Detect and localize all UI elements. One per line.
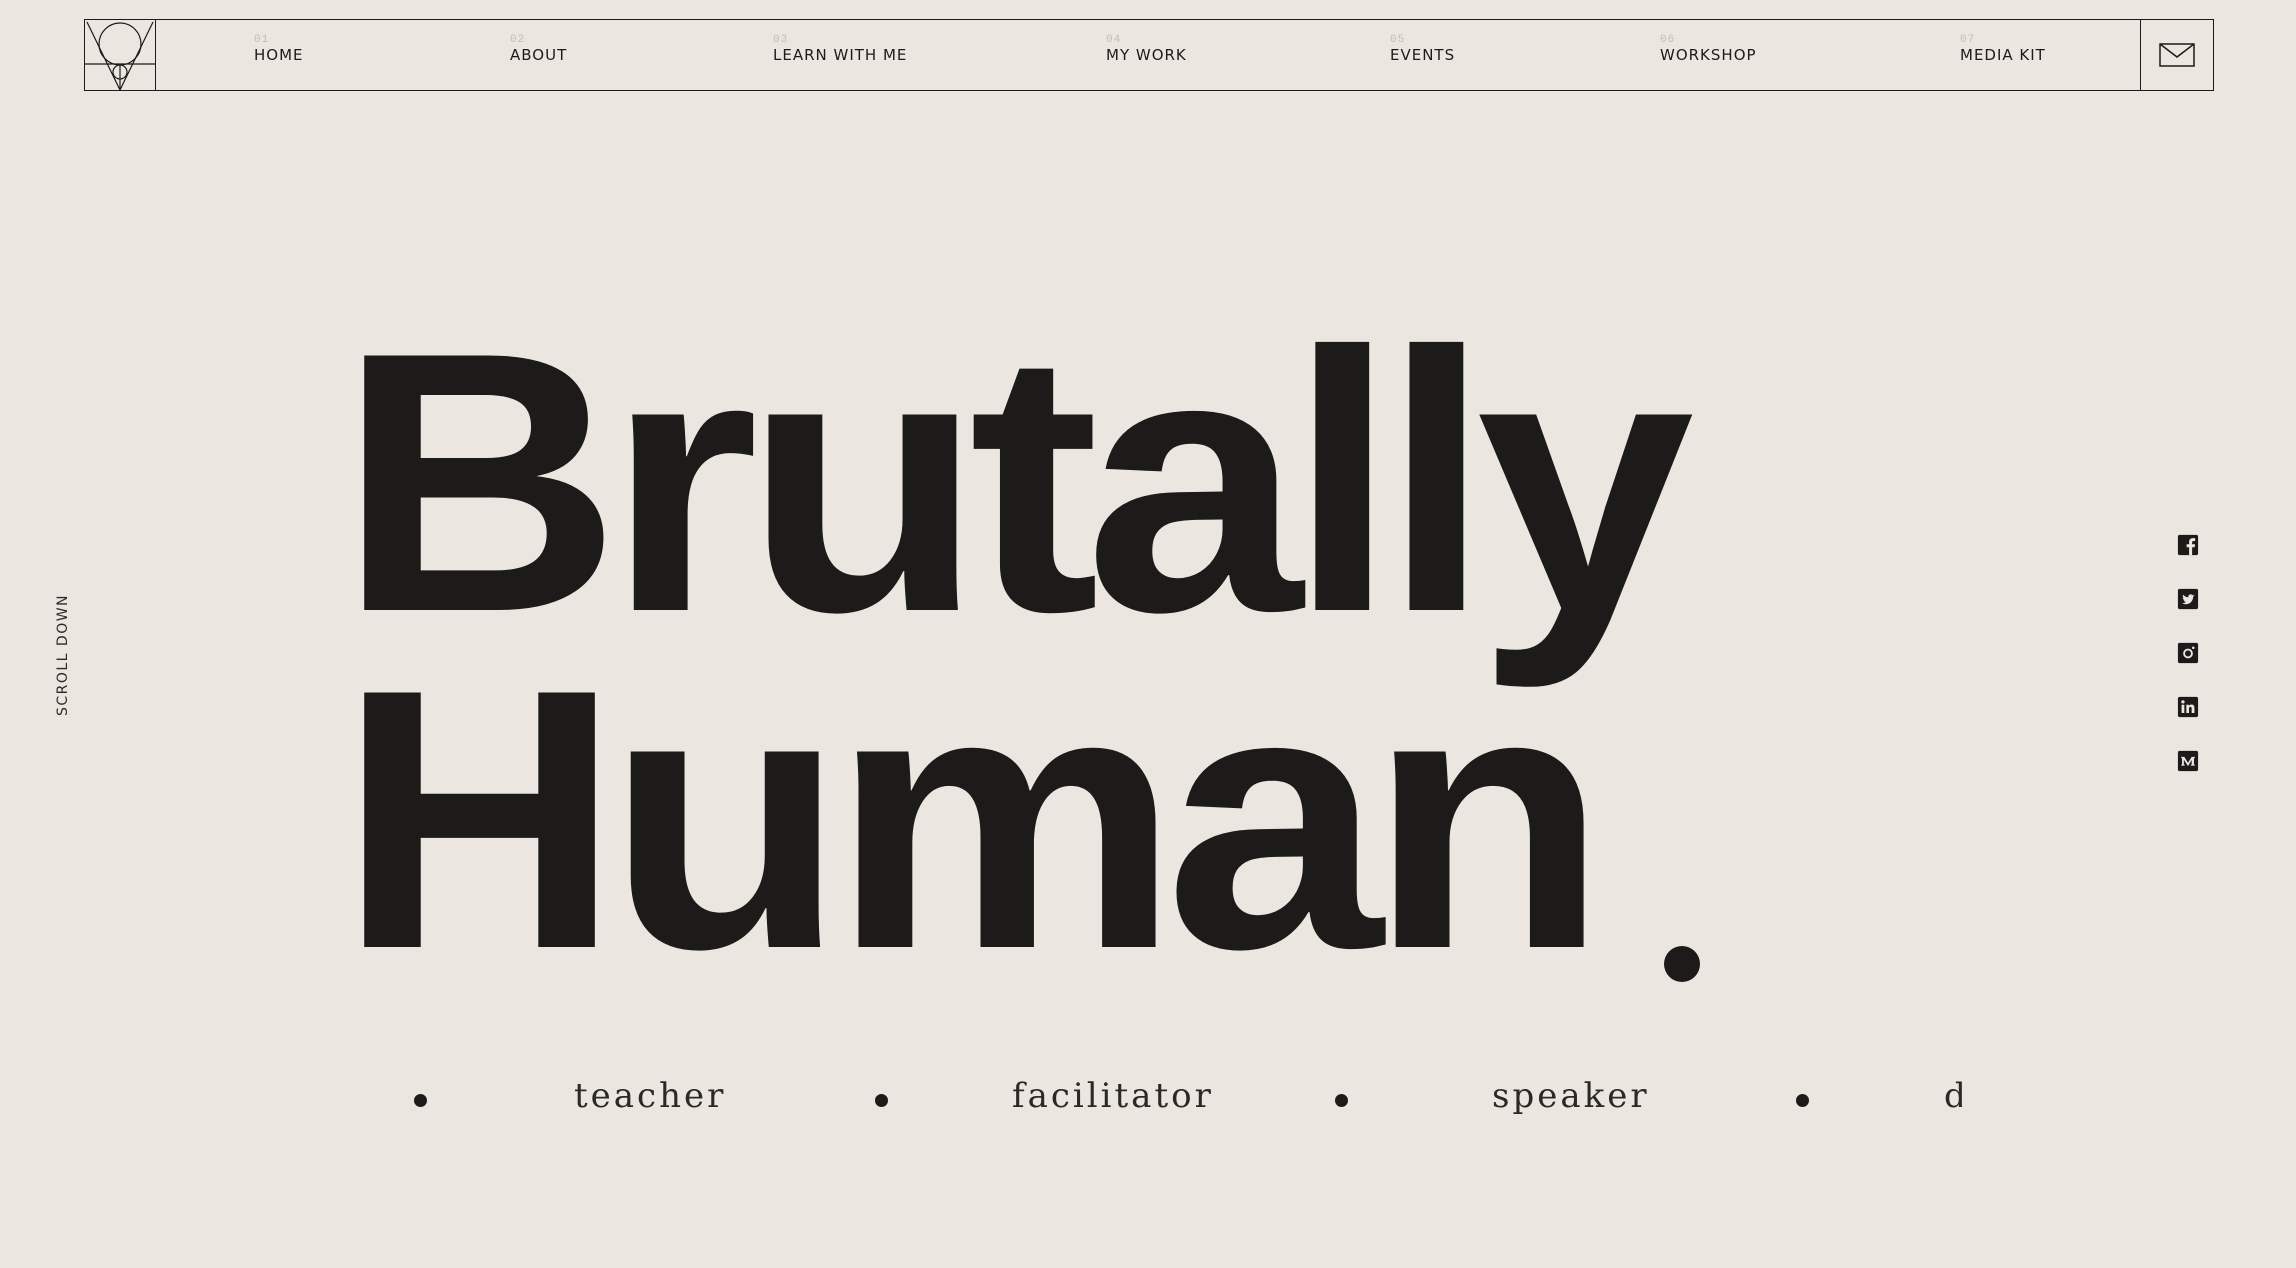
social-links	[2176, 534, 2200, 772]
role-item: d	[1944, 1076, 1962, 1116]
nav-item-label: LEARN WITH ME	[773, 46, 908, 64]
instagram-link[interactable]	[2176, 642, 2200, 664]
nav-menu: 01 HOME 02 ABOUT 03 LEARN WITH ME 04 MY …	[156, 20, 2140, 90]
nav-item-number: 01	[254, 34, 270, 46]
role-item: facilitator	[1012, 1076, 1214, 1116]
scroll-down-link[interactable]: SCROLL DOWN	[55, 594, 71, 716]
twitter-icon	[2177, 588, 2199, 610]
contact-mail-button[interactable]	[2140, 20, 2213, 90]
nav-item-label: MY WORK	[1106, 46, 1187, 64]
nav-item-number: 04	[1106, 34, 1122, 46]
role-bullet	[414, 1094, 427, 1107]
top-nav: 01 HOME 02 ABOUT 03 LEARN WITH ME 04 MY …	[84, 19, 2214, 91]
nav-item-learn-with-me[interactable]: 03 LEARN WITH ME	[773, 34, 907, 64]
medium-icon	[2177, 750, 2199, 772]
nav-item-number: 06	[1660, 34, 1676, 46]
nav-item-number: 07	[1960, 34, 1976, 46]
twitter-link[interactable]	[2176, 588, 2200, 610]
nav-item-media-kit[interactable]: 07 MEDIA KIT	[1960, 34, 2046, 64]
linkedin-link[interactable]	[2176, 696, 2200, 718]
role-bullet	[875, 1094, 888, 1107]
nav-item-workshop[interactable]: 06 WORKSHOP	[1660, 34, 1757, 64]
nav-item-home[interactable]: 01 HOME	[254, 34, 304, 64]
nav-item-my-work[interactable]: 04 MY WORK	[1106, 34, 1187, 64]
nav-item-label: HOME	[254, 46, 304, 64]
nav-item-events[interactable]: 05 EVENTS	[1390, 34, 1455, 64]
nav-item-number: 05	[1390, 34, 1406, 46]
roles-ticker: teacher facilitator speaker d	[410, 1070, 1962, 1130]
medium-link[interactable]	[2176, 750, 2200, 772]
role-item: teacher	[574, 1076, 727, 1116]
logo[interactable]	[85, 20, 156, 90]
page: 01 HOME 02 ABOUT 03 LEARN WITH ME 04 MY …	[0, 0, 2296, 1268]
linkedin-icon	[2177, 696, 2199, 718]
nav-item-number: 03	[773, 34, 789, 46]
geometric-logo-icon	[85, 21, 155, 90]
instagram-icon	[2177, 642, 2199, 664]
role-bullet	[1796, 1094, 1809, 1107]
nav-item-label: ABOUT	[510, 46, 568, 64]
envelope-icon	[2159, 43, 2195, 67]
hero-period-dot	[1664, 946, 1700, 982]
nav-item-label: MEDIA KIT	[1960, 46, 2046, 64]
hero-title-line-2: Human	[338, 613, 1608, 1026]
nav-item-number: 02	[510, 34, 526, 46]
nav-item-label: EVENTS	[1390, 46, 1456, 64]
role-item: speaker	[1492, 1076, 1650, 1116]
nav-item-about[interactable]: 02 ABOUT	[510, 34, 567, 64]
nav-item-label: WORKSHOP	[1660, 46, 1757, 64]
facebook-link[interactable]	[2176, 534, 2200, 556]
facebook-icon	[2177, 534, 2199, 556]
role-bullet	[1335, 1094, 1348, 1107]
